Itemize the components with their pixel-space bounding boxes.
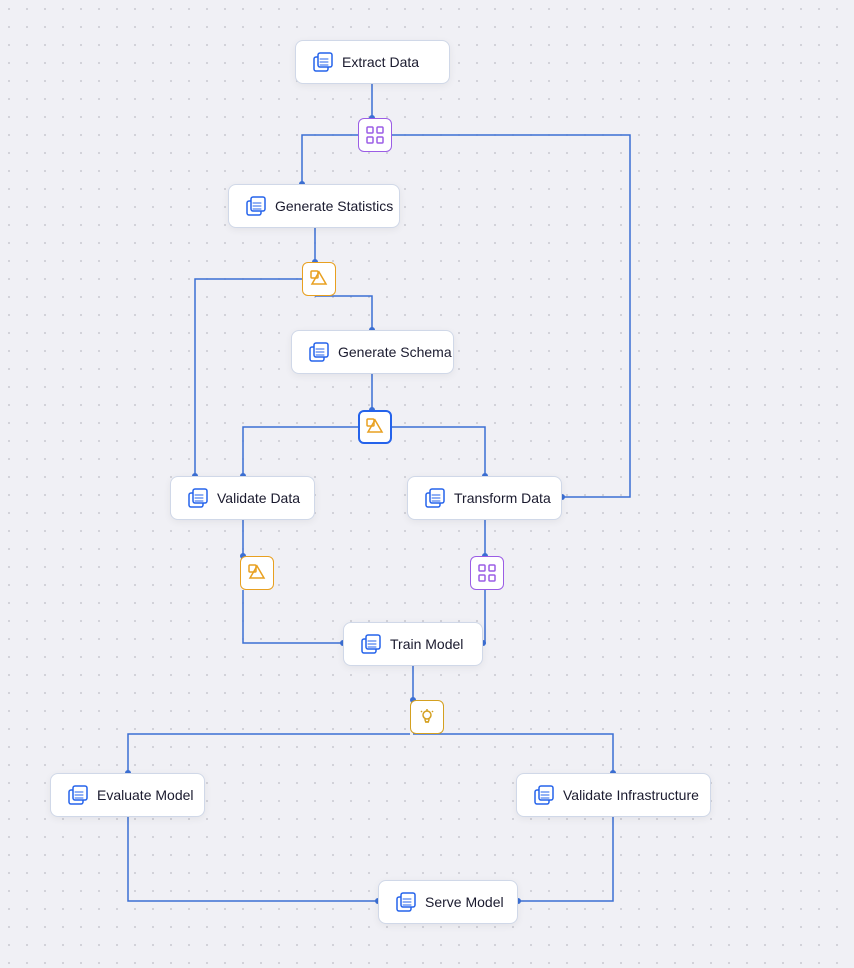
evaluate-model-label: Evaluate Model [97, 787, 194, 803]
transform-data-node[interactable]: Transform Data [407, 476, 562, 520]
shapes-icon-2 [366, 418, 384, 436]
validate-infra-label: Validate Infrastructure [563, 787, 699, 803]
grid-icon [366, 126, 384, 144]
train-model-label: Train Model [390, 636, 463, 652]
extract-data-label: Extract Data [342, 54, 419, 70]
cube-icon-6 [360, 633, 382, 655]
generate-statistics-node[interactable]: Generate Statistics [228, 184, 400, 228]
cube-icon-3 [308, 341, 330, 363]
generate-schema-node[interactable]: Generate Schema [291, 330, 454, 374]
transform-data-label: Transform Data [454, 490, 551, 506]
connector-3[interactable] [358, 410, 392, 444]
serve-model-label: Serve Model [425, 894, 504, 910]
connector-6[interactable] [410, 700, 444, 734]
cube-icon-8 [533, 784, 555, 806]
connector-2[interactable] [302, 262, 336, 296]
serve-model-node[interactable]: Serve Model [378, 880, 518, 924]
validate-data-label: Validate Data [217, 490, 300, 506]
generate-schema-label: Generate Schema [338, 344, 452, 360]
cube-icon-5 [424, 487, 446, 509]
train-model-node[interactable]: Train Model [343, 622, 483, 666]
extract-data-node[interactable]: Extract Data [295, 40, 450, 84]
cube-icon-2 [245, 195, 267, 217]
connector-4[interactable] [240, 556, 274, 590]
generate-statistics-label: Generate Statistics [275, 198, 393, 214]
evaluate-model-node[interactable]: Evaluate Model [50, 773, 205, 817]
shapes-icon [310, 270, 328, 288]
connector-1[interactable] [358, 118, 392, 152]
validate-data-node[interactable]: Validate Data [170, 476, 315, 520]
cube-icon-7 [67, 784, 89, 806]
grid-icon-2 [478, 564, 496, 582]
connector-5[interactable] [470, 556, 504, 590]
cube-icon-9 [395, 891, 417, 913]
shapes-icon-3 [248, 564, 266, 582]
cube-icon [312, 51, 334, 73]
validate-infra-node[interactable]: Validate Infrastructure [516, 773, 711, 817]
cube-icon-4 [187, 487, 209, 509]
flow-diagram: Extract Data Generate Statistics [0, 0, 854, 968]
bulb-icon [418, 708, 436, 726]
